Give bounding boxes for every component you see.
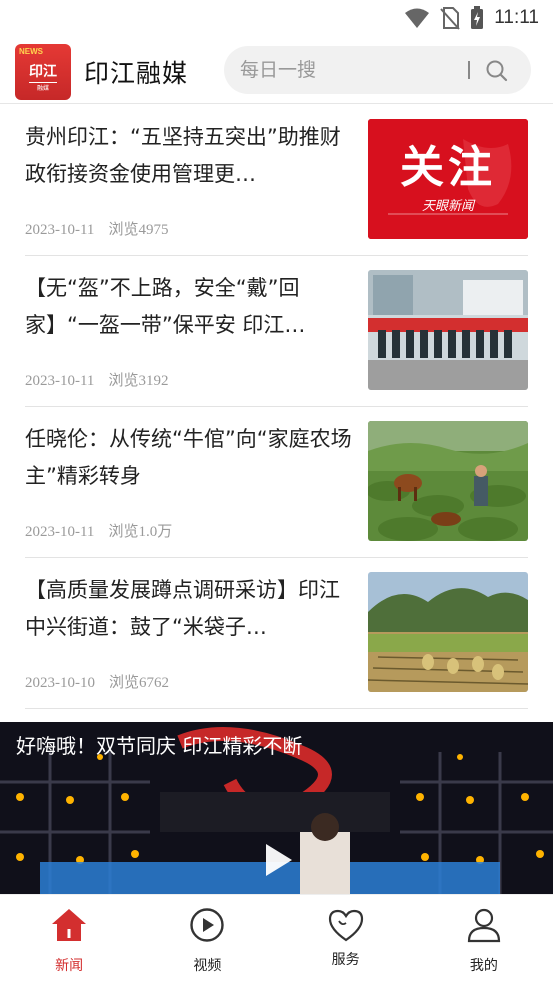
search-input[interactable] — [240, 46, 460, 94]
thumbnail-photo — [368, 572, 528, 692]
video-card[interactable]: 好嗨哦！双节同庆 印江精彩不断 — [0, 722, 553, 894]
user-icon — [467, 908, 500, 943]
news-list-item[interactable]: 【无“盔”不上路，安全“戴”回家】“一盔一带”保平安 印江… 2023-10-1… — [25, 256, 528, 407]
news-thumbnail[interactable] — [368, 270, 528, 390]
status-bar: 11:11 — [0, 0, 553, 36]
news-date: 2023-10-11 — [25, 524, 95, 540]
search-icon[interactable] — [484, 58, 510, 84]
news-thumbnail[interactable] — [368, 421, 528, 541]
play-icon[interactable] — [256, 840, 296, 880]
app-logo[interactable]: NEWS 印江 融媒 — [15, 44, 71, 100]
news-views: 浏览6762 — [109, 675, 170, 691]
heart-icon — [328, 909, 363, 942]
news-thumbnail[interactable]: 关注 天眼新闻 — [368, 119, 528, 239]
bottom-nav: 新闻 视频 服务 我的 — [0, 894, 553, 983]
news-views: 浏览4975 — [108, 222, 169, 238]
wifi-icon — [405, 8, 430, 28]
thumbnail-text: 关注 — [400, 142, 496, 193]
thumbnail-photo — [368, 421, 528, 541]
news-meta: 2023-10-11 浏览3192 — [25, 369, 168, 390]
status-icons: 11:11 — [404, 6, 539, 30]
app-title: 印江融媒 — [84, 59, 189, 88]
status-time: 11:11 — [494, 7, 539, 28]
tab-mine-label: 我的 — [469, 958, 498, 974]
battery-charging-icon — [471, 6, 484, 29]
play-circle-icon — [190, 908, 225, 942]
news-date: 2023-10-10 — [25, 675, 95, 691]
tab-service[interactable]: 服务 — [277, 895, 415, 983]
tab-video-label: 视频 — [193, 958, 222, 974]
news-list-item[interactable]: 【高质量发展蹲点调研采访】印江中兴街道：鼓了“米袋子… 2023-10-10 浏览… — [25, 558, 528, 709]
logo-name: 印江 — [29, 64, 57, 80]
app-header: NEWS 印江 融媒 印江融媒 — [0, 36, 553, 104]
news-views: 浏览3192 — [108, 373, 169, 389]
thumbnail-photo — [368, 270, 528, 390]
no-sim-icon — [440, 7, 461, 30]
search-bar[interactable] — [224, 46, 531, 94]
news-title[interactable]: 贵州印江：“五坚持五突出”助推财政衔接资金使用管理更… — [25, 119, 355, 193]
news-list-item[interactable]: 任晓伦：从传统“牛倌”向“家庭农场主”精彩转身 2023-10-11 浏览1.0万 — [25, 407, 528, 558]
tab-mine[interactable]: 我的 — [415, 895, 553, 983]
tab-video[interactable]: 视频 — [138, 895, 276, 983]
thumbnail-subtext: 天眼新闻 — [421, 199, 474, 214]
news-title[interactable]: 【无“盔”不上路，安全“戴”回家】“一盔一带”保平安 印江… — [25, 270, 355, 344]
news-date: 2023-10-11 — [25, 373, 95, 389]
video-title[interactable]: 好嗨哦！双节同庆 印江精彩不断 — [16, 730, 302, 759]
tab-news-label: 新闻 — [55, 958, 84, 974]
home-icon — [52, 909, 87, 941]
news-views: 浏览1.0万 — [108, 524, 173, 540]
search-divider — [468, 61, 470, 79]
logo-news-text: NEWS — [19, 47, 43, 56]
news-thumbnail[interactable] — [368, 572, 528, 692]
news-meta: 2023-10-11 浏览1.0万 — [25, 520, 172, 541]
news-meta: 2023-10-10 浏览6762 — [25, 671, 169, 692]
news-title[interactable]: 任晓伦：从传统“牛倌”向“家庭农场主”精彩转身 — [25, 421, 355, 495]
logo-sub: 融媒 — [29, 82, 57, 92]
tab-news[interactable]: 新闻 — [0, 895, 138, 983]
tab-service-label: 服务 — [331, 952, 360, 968]
news-meta: 2023-10-11 浏览4975 — [25, 218, 168, 239]
news-date: 2023-10-11 — [25, 222, 95, 238]
news-title[interactable]: 【高质量发展蹲点调研采访】印江中兴街道：鼓了“米袋子… — [25, 572, 355, 646]
news-list-item[interactable]: 贵州印江：“五坚持五突出”助推财政衔接资金使用管理更… 2023-10-11 浏览… — [25, 105, 528, 256]
